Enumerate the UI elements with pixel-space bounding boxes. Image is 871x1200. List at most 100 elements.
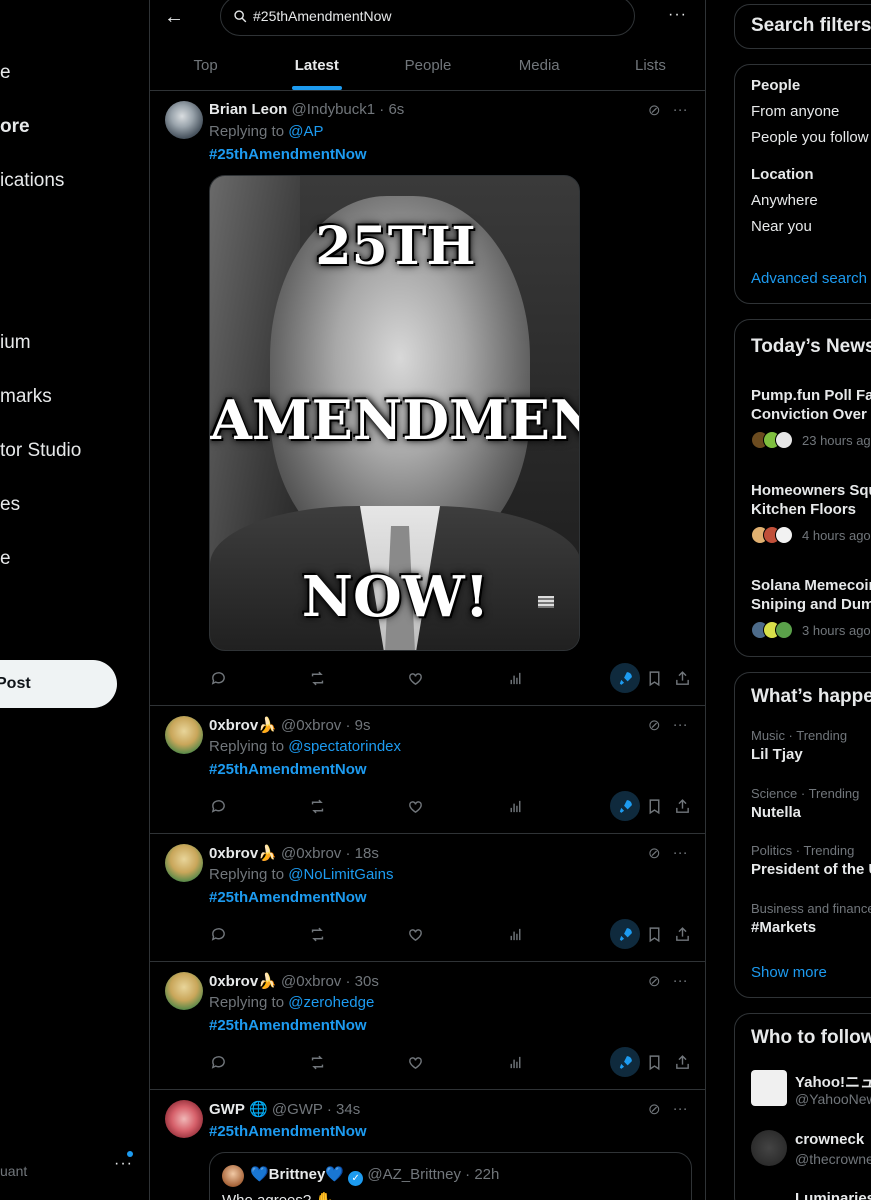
bookmark-icon[interactable] bbox=[639, 919, 669, 949]
filter-from-anyone[interactable]: From anyone bbox=[751, 103, 839, 120]
tweet-author-handle[interactable]: @0xbrov bbox=[281, 973, 341, 990]
follow-name[interactable]: crowneck bbox=[795, 1131, 864, 1148]
news-headline[interactable]: Pump.fun Poll Favo bbox=[751, 387, 871, 404]
views-icon[interactable] bbox=[500, 1047, 530, 1077]
bookmark-icon[interactable] bbox=[639, 1047, 669, 1077]
boost-rocket-icon[interactable] bbox=[610, 919, 640, 949]
trend-topic[interactable]: President of the U bbox=[751, 861, 871, 878]
account-more-icon[interactable]: ··· bbox=[114, 1155, 133, 1173]
share-icon[interactable] bbox=[667, 791, 697, 821]
hashtag-link[interactable]: #25thAmendmentNow bbox=[209, 1123, 367, 1140]
follow-name[interactable]: Luminaries bbox=[795, 1190, 871, 1200]
follow-name[interactable]: Yahoo!ニュ bbox=[795, 1071, 871, 1092]
share-icon[interactable] bbox=[667, 663, 697, 693]
show-more-link[interactable]: Show more bbox=[751, 964, 827, 981]
views-icon[interactable] bbox=[500, 663, 530, 693]
reply-target-link[interactable]: @AP bbox=[288, 123, 323, 140]
reply-target-link[interactable]: @zerohedge bbox=[288, 994, 374, 1011]
tweet-image[interactable]: 25TH AMENDMENT NOW! bbox=[209, 175, 580, 651]
avatar[interactable] bbox=[165, 972, 203, 1010]
like-icon[interactable] bbox=[400, 791, 430, 821]
nav-item-creator-studio[interactable]: tor Studio bbox=[0, 440, 81, 462]
search-box[interactable] bbox=[220, 0, 635, 36]
hashtag-link[interactable]: #25thAmendmentNow bbox=[209, 761, 367, 778]
news-headline[interactable]: Solana Memecoin bbox=[751, 577, 871, 594]
nav-item-premium[interactable]: ium bbox=[0, 332, 31, 354]
nav-item-notifications[interactable]: ications bbox=[0, 170, 64, 192]
avatar[interactable] bbox=[751, 1130, 787, 1166]
avatar[interactable] bbox=[222, 1165, 244, 1187]
trend-topic[interactable]: #Markets bbox=[751, 919, 816, 936]
news-headline[interactable]: Kitchen Floors bbox=[751, 501, 856, 518]
news-headline[interactable]: Sniping and Dump bbox=[751, 596, 871, 613]
advanced-search-link[interactable]: Advanced search bbox=[751, 270, 867, 287]
views-icon[interactable] bbox=[500, 919, 530, 949]
follow-handle[interactable]: @thecrowne bbox=[795, 1151, 871, 1167]
repost-icon[interactable] bbox=[302, 791, 332, 821]
news-headline[interactable]: Homeowners Squi bbox=[751, 482, 871, 499]
avatar[interactable] bbox=[165, 716, 203, 754]
reply-target-link[interactable]: @NoLimitGains bbox=[288, 866, 393, 883]
filter-people-you-follow[interactable]: People you follow bbox=[751, 129, 869, 146]
tweet-author-handle[interactable]: @0xbrov bbox=[281, 717, 341, 734]
reply-icon[interactable] bbox=[203, 1047, 233, 1077]
nav-item-explore[interactable]: ore bbox=[0, 116, 30, 138]
views-icon[interactable] bbox=[500, 791, 530, 821]
hashtag-link[interactable]: #25thAmendmentNow bbox=[209, 1017, 367, 1034]
more-icon[interactable]: ··· bbox=[673, 716, 688, 734]
filter-near-you[interactable]: Near you bbox=[751, 218, 812, 235]
tweet-time[interactable]: 18s bbox=[355, 845, 379, 862]
grok-icon[interactable]: ⊘ bbox=[648, 716, 661, 734]
share-icon[interactable] bbox=[667, 919, 697, 949]
tweet-time[interactable]: 6s bbox=[388, 101, 404, 118]
quoted-tweet[interactable]: 💙Brittney💙 ✓ @AZ_Brittney · 22h Who agre… bbox=[209, 1152, 692, 1200]
reply-target-link[interactable]: @spectatorindex bbox=[288, 738, 401, 755]
tweet-author-name[interactable]: 0xbrov🍌 bbox=[209, 717, 277, 734]
repost-icon[interactable] bbox=[302, 919, 332, 949]
nav-item-bookmarks[interactable]: marks bbox=[0, 386, 52, 408]
more-icon[interactable]: ··· bbox=[673, 844, 688, 862]
boost-rocket-icon[interactable] bbox=[610, 791, 640, 821]
reply-icon[interactable] bbox=[203, 919, 233, 949]
tweet-time[interactable]: 34s bbox=[336, 1101, 360, 1118]
tab-media[interactable]: Media bbox=[484, 40, 595, 90]
bookmark-icon[interactable] bbox=[639, 663, 669, 693]
grok-icon[interactable]: ⊘ bbox=[648, 972, 661, 990]
post-button[interactable]: Post bbox=[0, 660, 117, 708]
account-handle[interactable]: uant bbox=[0, 1163, 27, 1179]
nav-item-home[interactable]: e bbox=[0, 62, 11, 84]
tweet[interactable]: Brian Leon @Indybuck1 · 6s ⊘ ··· Replyin… bbox=[150, 91, 705, 706]
tweet-time[interactable]: 9s bbox=[355, 717, 371, 734]
tab-latest[interactable]: Latest bbox=[261, 40, 372, 90]
quoted-tweet-time[interactable]: 22h bbox=[474, 1166, 499, 1183]
quoted-author-name[interactable]: 💙Brittney💙 bbox=[250, 1166, 344, 1183]
tweet-author-handle[interactable]: @0xbrov bbox=[281, 845, 341, 862]
tweet[interactable]: 0xbrov🍌 @0xbrov · 18s ⊘ ··· Replying to … bbox=[150, 834, 705, 962]
share-icon[interactable] bbox=[667, 1047, 697, 1077]
follow-handle[interactable]: @YahooNew bbox=[795, 1091, 871, 1107]
hashtag-link[interactable]: #25thAmendmentNow bbox=[209, 889, 367, 906]
avatar[interactable] bbox=[165, 1100, 203, 1138]
more-icon[interactable]: ··· bbox=[673, 972, 688, 990]
nav-item-more[interactable]: e bbox=[0, 548, 11, 570]
tab-people[interactable]: People bbox=[372, 40, 483, 90]
boost-rocket-icon[interactable] bbox=[610, 1047, 640, 1077]
back-arrow-icon[interactable]: ← bbox=[164, 6, 186, 28]
tweet-time[interactable]: 30s bbox=[355, 973, 379, 990]
tweet-author-name[interactable]: 0xbrov🍌 bbox=[209, 973, 277, 990]
like-icon[interactable] bbox=[400, 1047, 430, 1077]
news-headline[interactable]: Conviction Over Fa bbox=[751, 406, 871, 423]
like-icon[interactable] bbox=[400, 663, 430, 693]
avatar[interactable] bbox=[751, 1070, 787, 1106]
like-icon[interactable] bbox=[400, 919, 430, 949]
more-options-icon[interactable]: ··· bbox=[668, 6, 687, 24]
grok-icon[interactable]: ⊘ bbox=[648, 101, 661, 119]
tweet[interactable]: GWP 🌐 @GWP · 34s ⊘ ··· #25thAmendmentNow… bbox=[150, 1090, 705, 1200]
tab-lists[interactable]: Lists bbox=[595, 40, 705, 90]
tweet-author-handle[interactable]: @GWP bbox=[272, 1101, 323, 1118]
grok-icon[interactable]: ⊘ bbox=[648, 1100, 661, 1118]
quoted-author-handle[interactable]: @AZ_Brittney bbox=[367, 1166, 461, 1183]
reply-icon[interactable] bbox=[203, 663, 233, 693]
tweet[interactable]: 0xbrov🍌 @0xbrov · 30s ⊘ ··· Replying to … bbox=[150, 962, 705, 1090]
avatar[interactable] bbox=[165, 844, 203, 882]
